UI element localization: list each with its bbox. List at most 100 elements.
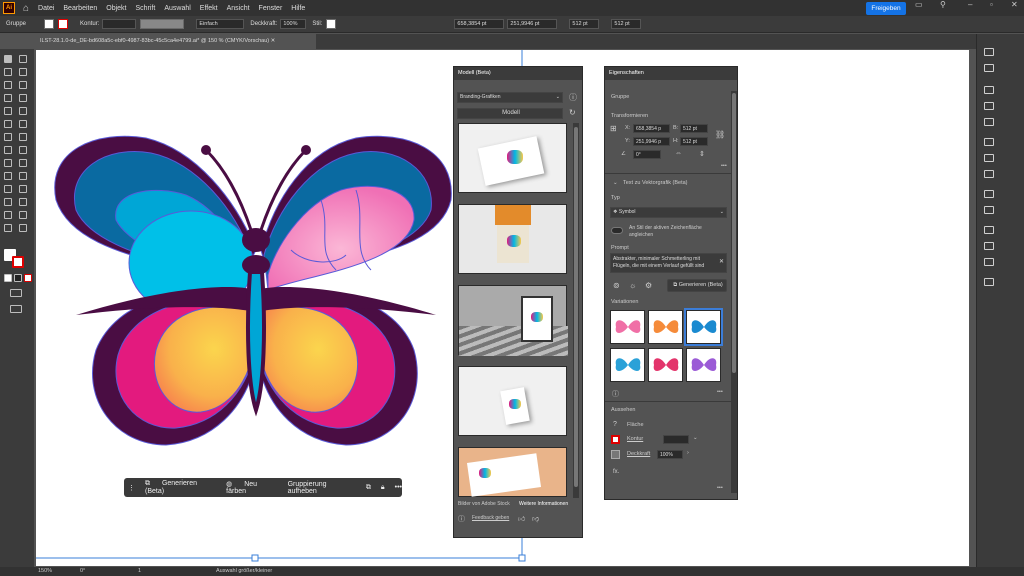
- more-icon[interactable]: •••: [395, 484, 402, 491]
- stroke-color-icon[interactable]: [12, 256, 24, 268]
- x-input[interactable]: 658,3854 pt: [454, 19, 505, 29]
- reference-point-icon[interactable]: ⊞: [610, 124, 617, 133]
- menu-datei[interactable]: Datei: [38, 5, 54, 12]
- maximize-icon[interactable]: ▫: [990, 0, 993, 9]
- t2v-expand-icon[interactable]: ⌄: [613, 180, 618, 186]
- symbols-dock-icon[interactable]: [984, 102, 994, 110]
- gradient-mode-icon[interactable]: [14, 274, 22, 282]
- share-button[interactable]: Freigeben: [866, 2, 906, 15]
- screen-mode-icon[interactable]: [10, 305, 22, 313]
- minimize-icon[interactable]: –: [968, 0, 972, 9]
- links-dock-icon[interactable]: [984, 258, 994, 266]
- flip-horizontal-icon[interactable]: ⇔: [675, 150, 682, 157]
- paintbrush-tool-icon[interactable]: [19, 107, 27, 115]
- menu-bearbeiten[interactable]: Bearbeiten: [63, 5, 97, 12]
- symbol-sprayer-tool-icon[interactable]: [4, 198, 12, 206]
- home-icon[interactable]: ⌂: [23, 3, 29, 14]
- libraries-dock-icon[interactable]: [984, 64, 994, 72]
- hand-tool-icon[interactable]: [4, 224, 12, 232]
- curvature-tool-icon[interactable]: [19, 81, 27, 89]
- menu-auswahl[interactable]: Auswahl: [164, 5, 190, 12]
- model-panel-scrollbar[interactable]: [573, 123, 579, 498]
- y-input[interactable]: 251,9946 p: [633, 137, 670, 146]
- fill-swatch[interactable]: [44, 19, 55, 29]
- draw-mode-icon[interactable]: [10, 289, 22, 297]
- none-mode-icon[interactable]: [24, 274, 32, 282]
- selection-tool-icon[interactable]: [4, 55, 12, 63]
- more-variations-icon[interactable]: •••: [717, 389, 723, 395]
- stroke-dock-icon[interactable]: [984, 138, 994, 146]
- magic-wand-tool-icon[interactable]: [4, 68, 12, 76]
- isolate-icon[interactable]: ⧉: [366, 484, 371, 492]
- rotation-angle[interactable]: 0°: [80, 568, 85, 574]
- lasso-tool-icon[interactable]: [19, 68, 27, 76]
- opacity-label[interactable]: Deckkraft: [627, 451, 650, 457]
- drag-handle-icon[interactable]: ⋮: [128, 484, 135, 492]
- artboard-tool-icon[interactable]: [4, 211, 12, 219]
- clear-prompt-icon[interactable]: ✕: [719, 258, 724, 266]
- artboards-dock-icon[interactable]: [984, 226, 994, 234]
- appearance-dock-icon[interactable]: [984, 190, 994, 198]
- eyedropper-tool-icon[interactable]: [4, 185, 12, 193]
- gradient-dock-icon[interactable]: [984, 154, 994, 162]
- slice-tool-icon[interactable]: [19, 211, 27, 219]
- stroke-swatch[interactable]: [58, 19, 69, 29]
- menu-ansicht[interactable]: Ansicht: [227, 5, 250, 12]
- perspective-grid-tool-icon[interactable]: [19, 159, 27, 167]
- artboard-number[interactable]: 1: [138, 568, 141, 574]
- variation-3[interactable]: [684, 308, 723, 346]
- mockup-billboard[interactable]: [458, 285, 568, 356]
- type-select[interactable]: ❖ Symbol ⌄: [610, 207, 727, 218]
- thumbs-down-icon[interactable]: 👎︎: [532, 514, 539, 523]
- y-input[interactable]: 251,9946 pt: [507, 19, 558, 29]
- help-icon[interactable]: ⓘ: [569, 92, 577, 103]
- properties-dock-icon[interactable]: [984, 48, 994, 56]
- variation-1[interactable]: [610, 310, 645, 344]
- blend-tool-icon[interactable]: [19, 185, 27, 193]
- info-icon[interactable]: ⓘ: [612, 389, 619, 399]
- mesh-tool-icon[interactable]: [4, 172, 12, 180]
- variation-2[interactable]: [648, 310, 683, 344]
- refresh-icon[interactable]: ↻: [569, 108, 576, 117]
- properties-panel-scrollbar[interactable]: [731, 91, 737, 493]
- stroke-weight-input[interactable]: [663, 435, 689, 444]
- feedback-link[interactable]: Feedback geben: [472, 515, 509, 521]
- model-button[interactable]: Modell: [457, 108, 563, 119]
- variation-6[interactable]: [686, 348, 721, 382]
- stroke-label[interactable]: Kontur: [627, 436, 643, 442]
- transparency-dock-icon[interactable]: [984, 170, 994, 178]
- color-mode-icon[interactable]: [4, 274, 12, 282]
- angle-input[interactable]: 0°: [633, 150, 661, 159]
- shaper-tool-icon[interactable]: [4, 120, 12, 128]
- direct-selection-tool-icon[interactable]: [19, 55, 27, 63]
- close-tab-icon[interactable]: ✕: [271, 38, 276, 44]
- document-tab[interactable]: ILST-28.1.0-de_DE-bd608a5c-ebf0-4987-83b…: [36, 34, 316, 49]
- mockup-business-cards[interactable]: [458, 123, 567, 193]
- reference-image-icon[interactable]: ⊚: [613, 281, 620, 290]
- flip-vertical-icon[interactable]: ⇕: [699, 150, 705, 158]
- match-style-toggle[interactable]: [611, 227, 623, 234]
- eraser-tool-icon[interactable]: [19, 120, 27, 128]
- line-tool-icon[interactable]: [19, 94, 27, 102]
- opacity-input[interactable]: 100%: [657, 450, 683, 459]
- comments-dock-icon[interactable]: [984, 278, 994, 286]
- zoom-level[interactable]: 150%: [38, 568, 52, 574]
- gradient-tool-icon[interactable]: [19, 172, 27, 180]
- opacity-input[interactable]: 100%: [280, 19, 307, 29]
- pen-tool-icon[interactable]: [4, 81, 12, 89]
- generate-button[interactable]: ⧉ Generieren (Beta): [145, 480, 216, 495]
- zoom-tool-icon[interactable]: [19, 224, 27, 232]
- asset-export-dock-icon[interactable]: [984, 242, 994, 250]
- graphic-style-swatch[interactable]: [326, 19, 337, 29]
- lightbulb-icon[interactable]: ☼: [629, 281, 636, 290]
- menu-effekt[interactable]: Effekt: [200, 5, 218, 12]
- more-info-link[interactable]: Weitere Informationen: [519, 501, 568, 507]
- more-appearance-icon[interactable]: •••: [717, 485, 723, 491]
- variable-width-profile[interactable]: [140, 19, 185, 29]
- ungroup-button[interactable]: Gruppierung aufheben: [288, 481, 356, 495]
- mockup-tote-bag[interactable]: [458, 204, 567, 274]
- menu-hilfe[interactable]: Hilfe: [291, 5, 305, 12]
- workspace-icon[interactable]: ▭: [915, 0, 923, 9]
- menu-objekt[interactable]: Objekt: [106, 5, 126, 12]
- close-icon[interactable]: ✕: [1011, 0, 1018, 9]
